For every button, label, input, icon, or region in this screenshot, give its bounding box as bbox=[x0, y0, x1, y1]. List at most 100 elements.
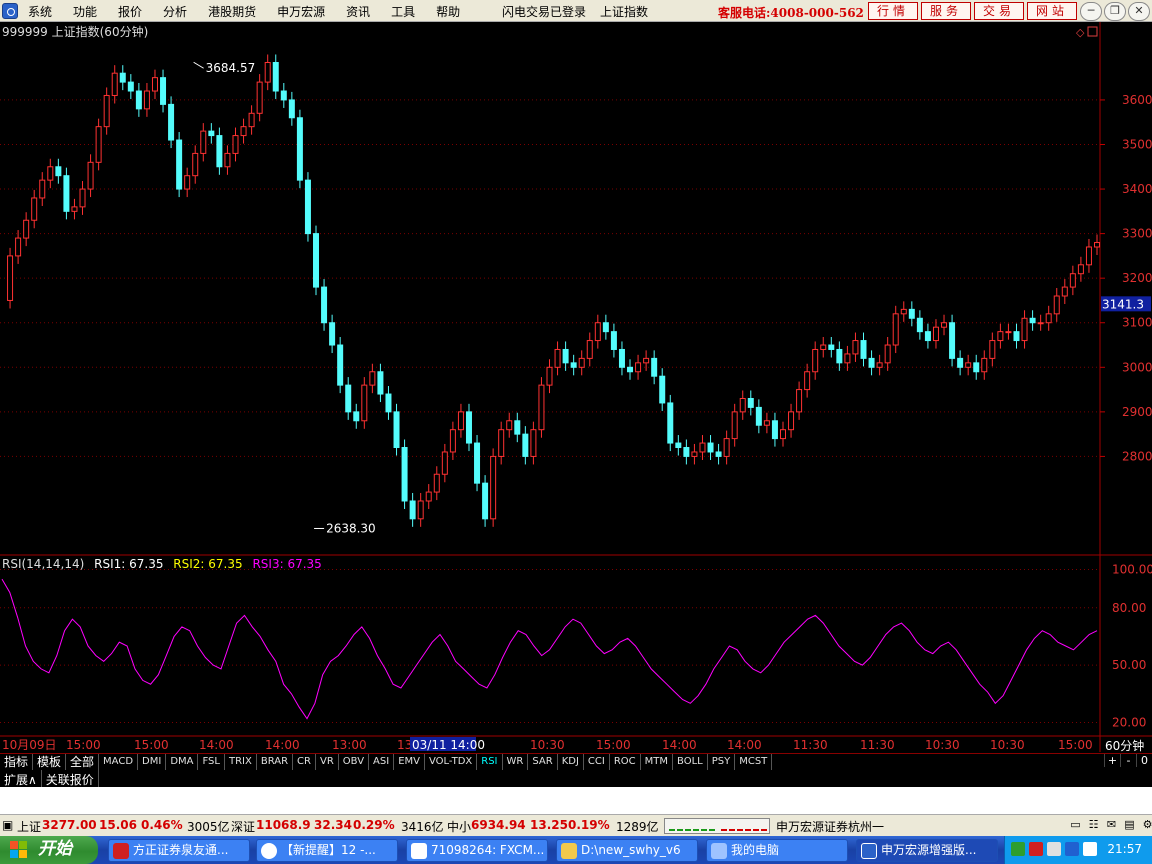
time-tick-label: 14:00 bbox=[199, 738, 234, 752]
tab-cr[interactable]: CR bbox=[293, 754, 316, 770]
tab-boll[interactable]: BOLL bbox=[673, 754, 708, 770]
start-button[interactable]: 开始 bbox=[0, 836, 98, 864]
candle-body bbox=[31, 197, 38, 221]
candle-body bbox=[788, 411, 795, 431]
candle-body bbox=[393, 411, 400, 449]
candle-body bbox=[63, 175, 70, 212]
zx-pct: 0.19% bbox=[568, 818, 610, 832]
tab-sar[interactable]: SAR bbox=[528, 754, 558, 770]
chart-canvas[interactable]: 2800 2900 3000 3100 3200 3300 3400 3500 3600 20.… bbox=[0, 22, 1152, 752]
chart-area[interactable]: 2800 2900 3000 3100 3200 3300 3400 3500 3600 20.… bbox=[0, 22, 1152, 752]
tab-asi[interactable]: ASI bbox=[369, 754, 395, 770]
remove-indicator-button[interactable]: - bbox=[1120, 754, 1136, 767]
market-button[interactable]: 行情 bbox=[868, 2, 919, 20]
start-label: 开始 bbox=[38, 839, 72, 859]
tab-psy[interactable]: PSY bbox=[708, 754, 736, 770]
candle-body bbox=[1005, 331, 1012, 334]
sh-name[interactable]: 上证 bbox=[17, 818, 41, 835]
indicator-count[interactable]: 0 bbox=[1136, 754, 1152, 767]
menu-help[interactable]: 帮助 bbox=[436, 3, 460, 20]
folder-icon bbox=[561, 843, 577, 859]
menu-system[interactable]: 系统 bbox=[28, 3, 52, 20]
service-button[interactable]: 服务 bbox=[921, 2, 972, 20]
taskbar-item-fangzheng[interactable]: 方正证券泉友通... bbox=[108, 839, 250, 862]
taskbar-item-folder[interactable]: D:\new_swhy_v6 bbox=[556, 839, 698, 862]
tab-macd[interactable]: MACD bbox=[99, 754, 139, 770]
market-breadth-meter bbox=[664, 818, 770, 834]
price-tick-label: 3200 bbox=[1122, 271, 1152, 285]
period-label[interactable]: 60分钟 bbox=[1105, 738, 1144, 752]
candle-body bbox=[280, 90, 287, 101]
candle-body bbox=[1061, 286, 1068, 297]
candle-body bbox=[747, 397, 754, 408]
time-tick-label: 10:30 bbox=[925, 738, 960, 752]
tray-security-icon[interactable] bbox=[1083, 842, 1097, 856]
menu-swhy[interactable]: 申万宏源 bbox=[277, 3, 325, 20]
taskbar-item-fxcm[interactable]: 71098264: FXCM... bbox=[406, 839, 548, 862]
website-button[interactable]: 网站 bbox=[1027, 2, 1078, 20]
tab-rsi[interactable]: RSI bbox=[477, 754, 503, 770]
sz-name[interactable]: 深证 bbox=[231, 818, 255, 835]
restore-icon[interactable]: ❐ bbox=[1104, 2, 1126, 21]
tab-dmi[interactable]: DMI bbox=[138, 754, 167, 770]
rsi-tick-label: 80.00 bbox=[1112, 601, 1146, 615]
message-icon[interactable]: ✉ bbox=[1104, 818, 1119, 833]
trade-button[interactable]: 交易 bbox=[974, 2, 1025, 20]
zx-name[interactable]: 中小 bbox=[447, 818, 471, 835]
tray-input-icon[interactable] bbox=[1065, 842, 1079, 856]
add-indicator-button[interactable]: + bbox=[1104, 754, 1120, 767]
candle-body bbox=[610, 331, 617, 350]
menu-quote[interactable]: 报价 bbox=[118, 3, 142, 20]
tab-indicator[interactable]: 指标 bbox=[0, 754, 34, 770]
tab-fsl[interactable]: FSL bbox=[198, 754, 225, 770]
tray-volume-icon[interactable] bbox=[1047, 842, 1061, 856]
tab-cci[interactable]: CCI bbox=[584, 754, 610, 770]
window-icon[interactable]: ▭ bbox=[1068, 818, 1083, 833]
expand-button[interactable]: 扩展∧ bbox=[0, 770, 42, 787]
tab-emv[interactable]: EMV bbox=[394, 754, 425, 770]
related-quotes-button[interactable]: 关联报价 bbox=[42, 770, 99, 787]
time-tick-label: 14:00 bbox=[727, 738, 762, 752]
candle-body bbox=[337, 344, 344, 386]
tray-network-icon[interactable] bbox=[1029, 842, 1043, 856]
menu-function[interactable]: 功能 bbox=[73, 3, 97, 20]
signal-icon[interactable]: ☷ bbox=[1086, 818, 1101, 833]
taskbar-item-label: 71098264: FXCM... bbox=[431, 843, 545, 857]
candle-body bbox=[224, 152, 231, 168]
candle-body bbox=[296, 117, 303, 181]
tab-trix[interactable]: TRIX bbox=[225, 754, 257, 770]
tab-vol-tdx[interactable]: VOL-TDX bbox=[425, 754, 478, 770]
tab-roc[interactable]: ROC bbox=[610, 754, 641, 770]
menu-analysis[interactable]: 分析 bbox=[163, 3, 187, 20]
chart-title: 999999 上证指数(60分钟) bbox=[2, 24, 148, 39]
tab-obv[interactable]: OBV bbox=[339, 754, 370, 770]
tab-wr[interactable]: WR bbox=[503, 754, 529, 770]
menu-tools[interactable]: 工具 bbox=[391, 3, 415, 20]
candle-body bbox=[876, 362, 883, 368]
tab-kdj[interactable]: KDJ bbox=[558, 754, 584, 770]
minimize-icon[interactable]: ─ bbox=[1080, 2, 1102, 21]
tab-template[interactable]: 模板 bbox=[33, 754, 67, 770]
chart-options-icon[interactable]: ◇ bbox=[1076, 26, 1085, 39]
taskbar-item-swhy[interactable]: 申万宏源增强版... bbox=[856, 839, 998, 862]
tab-dma[interactable]: DMA bbox=[166, 754, 199, 770]
close-icon[interactable]: ✕ bbox=[1128, 2, 1150, 21]
menu-info[interactable]: 资讯 bbox=[346, 3, 370, 20]
candle-body bbox=[924, 331, 931, 342]
taskbar-item-reminder[interactable]: 【新提醒】12 -... bbox=[256, 839, 398, 862]
tab-brar[interactable]: BRAR bbox=[257, 754, 294, 770]
taskbar-item-my-computer[interactable]: 我的电脑 bbox=[706, 839, 848, 862]
tab-all[interactable]: 全部 bbox=[66, 754, 100, 770]
swhy-app-icon bbox=[861, 843, 877, 859]
chart-maximize-icon[interactable] bbox=[1087, 26, 1098, 37]
settings-icon[interactable]: ⚙ bbox=[1140, 818, 1152, 833]
candle-body bbox=[409, 500, 416, 520]
quick-buttons: 行情 服务 交易 网站 bbox=[868, 2, 1078, 20]
menu-hk-futures[interactable]: 港股期货 bbox=[208, 3, 256, 20]
tray-app-icon[interactable] bbox=[1011, 842, 1025, 856]
tab-mtm[interactable]: MTM bbox=[641, 754, 674, 770]
lock-icon[interactable]: ▤ bbox=[1122, 818, 1137, 833]
time-tick-label: 15:00 bbox=[596, 738, 631, 752]
tab-vr[interactable]: VR bbox=[316, 754, 339, 770]
tab-mcst[interactable]: MCST bbox=[735, 754, 773, 770]
